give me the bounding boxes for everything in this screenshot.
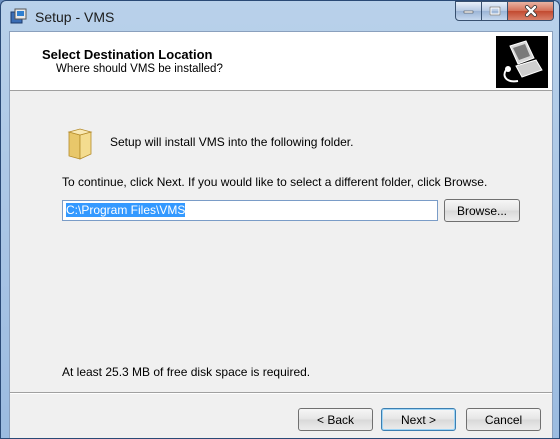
computer-install-icon [496,36,548,88]
maximize-icon [489,6,500,16]
wizard-header: Select Destination Location Where should… [10,32,552,91]
cancel-button[interactable]: Cancel [466,408,541,431]
intro-text: Setup will install VMS into the followin… [110,135,354,149]
caption-buttons [455,1,554,21]
minimize-button[interactable] [455,1,482,21]
instruction-text: To continue, click Next. If you would li… [62,175,488,189]
footer-separator [10,392,552,394]
browse-button[interactable]: Browse... [444,199,520,222]
minimize-icon [463,10,474,14]
maximize-button[interactable] [482,1,508,21]
window-title: Setup - VMS [35,9,115,25]
setup-app-icon [10,8,27,24]
disk-space-text: At least 25.3 MB of free disk space is r… [62,365,311,379]
wizard-page: Select Destination Location Where should… [9,31,553,438]
page-subtitle: Where should VMS be installed? [56,63,223,75]
next-button[interactable]: Next > [381,408,456,431]
back-button[interactable]: < Back [298,408,373,431]
close-button[interactable] [508,1,554,21]
close-icon [524,5,537,17]
folder-icon [67,128,93,160]
setup-window: Setup - VMS Select Destination Location … [0,0,560,439]
title-bar[interactable]: Setup - VMS [1,1,559,31]
destination-path-input[interactable]: C:\Program Files\VMS [62,200,438,221]
selected-path-text: C:\Program Files\VMS [66,203,186,217]
page-title: Select Destination Location [42,47,213,62]
